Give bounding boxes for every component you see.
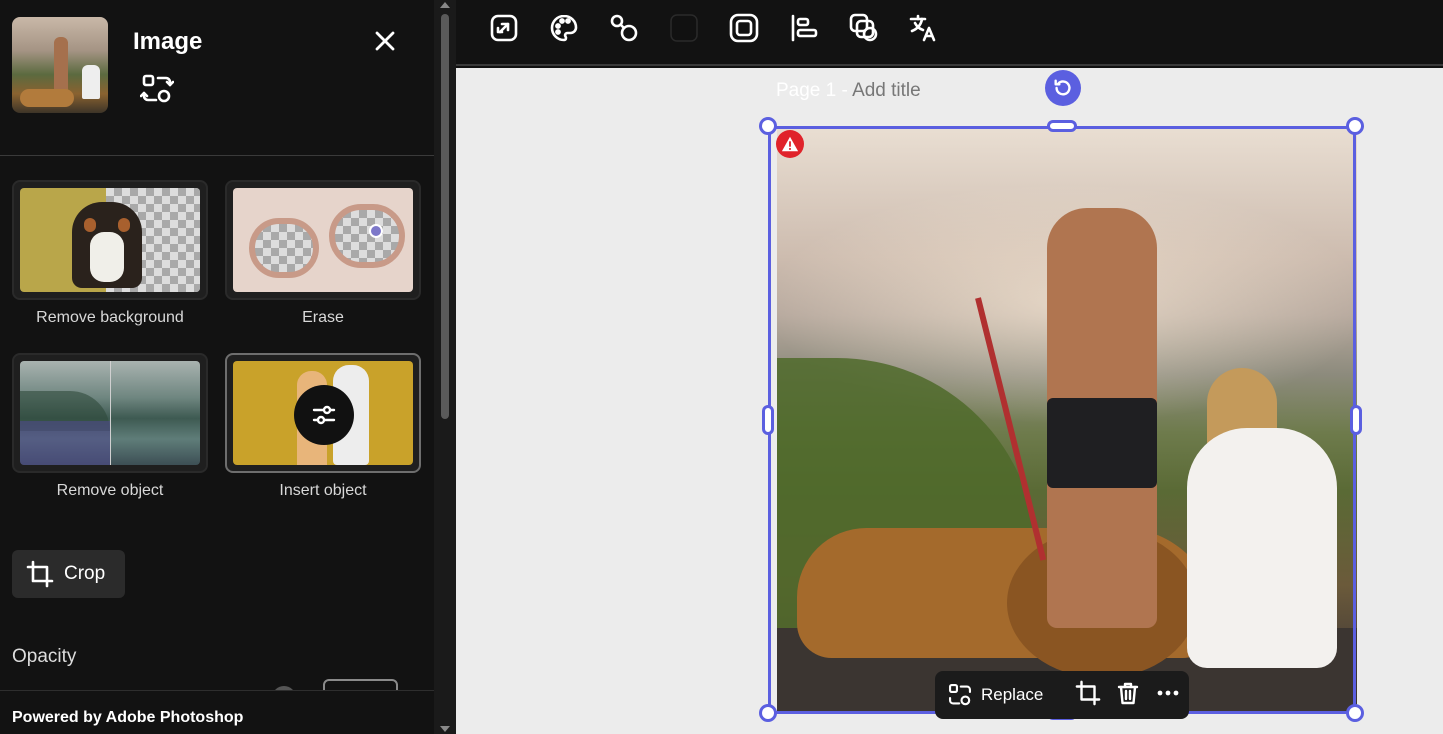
swap-icon [948,683,972,706]
crop-button[interactable]: Crop [12,550,125,598]
insert-object-label: Insert object [279,482,367,499]
panel-scrollbar[interactable] [434,0,456,734]
top-toolbar [456,0,1443,66]
opacity-label: Opacity [12,646,77,667]
remove-background-label: Remove background [36,309,184,326]
frame-icon [729,13,759,43]
replace-button[interactable]: Replace [947,682,1043,708]
image-action-bar: Replace [935,671,1189,719]
panel-footer: Powered by Adobe Photoshop [0,690,434,734]
replace-label: Replace [981,685,1044,704]
resize-handle-top-left[interactable] [759,117,777,135]
resize-handle-top-right[interactable] [1346,117,1364,135]
layers-button[interactable] [848,12,880,44]
resize-handle-left[interactable] [762,405,774,435]
more-options-button[interactable] [1155,680,1181,711]
delete-button[interactable] [1115,680,1141,711]
panel-header: Image [0,0,434,156]
resize-handle-top[interactable] [1047,120,1077,132]
palette-button[interactable] [548,12,580,44]
page-number: Page 1 - [776,80,853,101]
close-icon [375,31,395,51]
shapes-button[interactable] [608,12,640,44]
palette-icon [550,14,578,42]
design-canvas[interactable]: Page 1 - Add title Replace [456,68,1443,734]
page-title[interactable]: Page 1 - Add title [776,80,921,102]
erase-tile[interactable] [225,180,421,300]
sliders-icon [312,405,336,425]
resize-button[interactable] [488,12,520,44]
panel-title: Image [133,28,203,55]
powered-by-text: Powered by Adobe Photoshop [12,709,244,726]
more-icon [1157,690,1179,695]
translate-icon [909,14,936,42]
rotate-button[interactable] [1045,70,1081,106]
remove-object-label: Remove object [56,482,164,499]
image-panel: Image Remove background Erase Remove obj… [0,0,434,734]
color-swatch-icon [670,14,698,42]
crop-icon [1076,680,1101,705]
replace-image-button[interactable] [139,72,175,106]
erase-label: Erase [302,309,344,326]
translate-button[interactable] [908,12,940,44]
warning-badge[interactable] [776,130,804,158]
scrollbar-thumb[interactable] [441,14,449,419]
resize-handle-bottom-right[interactable] [1346,704,1364,722]
trash-icon [1118,682,1139,704]
align-icon [791,14,818,42]
remove-background-tile[interactable] [12,180,208,300]
shapes-icon [610,14,638,42]
swap-icon [139,74,175,103]
crop-icon [26,560,54,588]
rotate-icon [1054,79,1071,96]
resize-handle-right[interactable] [1350,405,1362,435]
color-swatch-button[interactable] [668,12,700,44]
layers-icon [849,13,878,42]
image-thumbnail[interactable] [12,17,108,113]
insert-object-tile[interactable] [225,353,421,473]
frame-button[interactable] [728,12,760,44]
selected-image[interactable] [777,128,1357,714]
scroll-down-icon[interactable] [440,726,450,732]
resize-handle-bottom-left[interactable] [759,704,777,722]
crop-action-button[interactable] [1075,680,1101,711]
align-button[interactable] [788,12,820,44]
add-title-placeholder[interactable]: Add title [852,80,921,101]
remove-object-tile[interactable] [12,353,208,473]
resize-icon [490,14,518,42]
scroll-up-icon[interactable] [440,2,450,8]
crop-label: Crop [64,563,106,584]
warning-icon [781,136,799,152]
close-panel-button[interactable] [370,26,400,56]
